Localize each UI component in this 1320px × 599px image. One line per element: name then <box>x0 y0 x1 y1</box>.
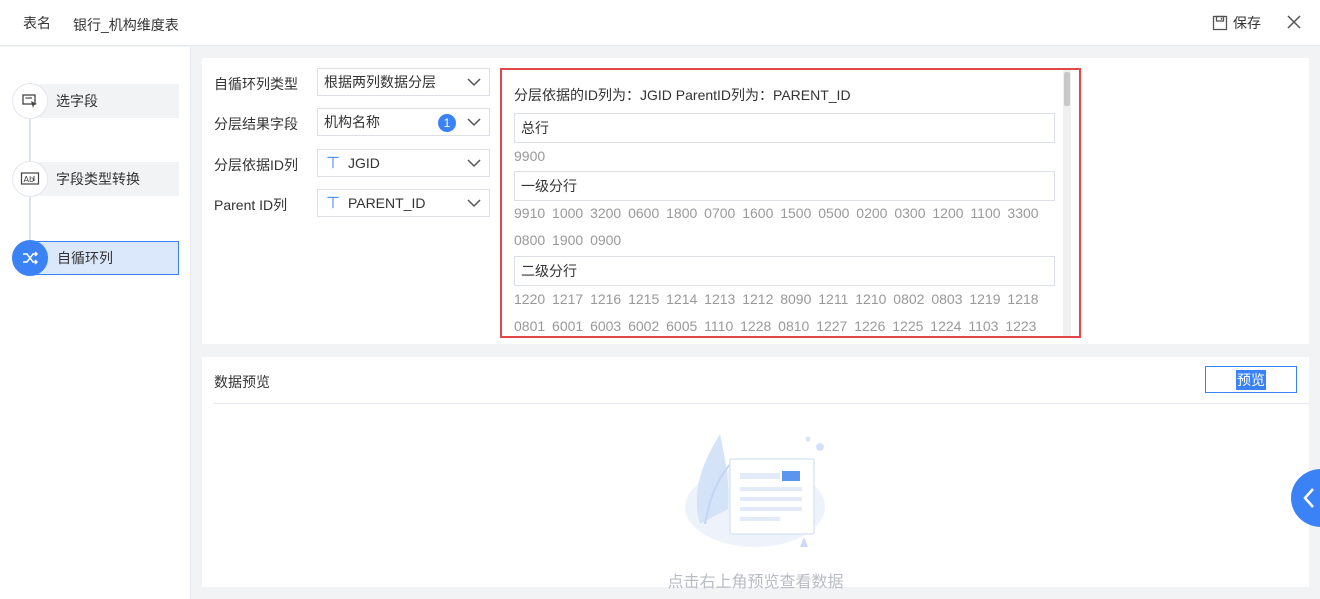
chevron-down-icon <box>467 159 481 168</box>
chevron-down-icon <box>467 78 481 87</box>
hierarchy-summary: 分层依据的ID列为：JGID ParentID列为：PARENT_ID <box>514 87 851 103</box>
select-value: 根据两列数据分层 <box>324 74 436 90</box>
steps-sidebar: 选字段 字段类型转换 Ab 自循环列 <box>0 47 191 599</box>
select-field-icon <box>12 83 48 119</box>
step-label: 字段类型转换 <box>56 171 140 187</box>
level-header: 一级分行 <box>514 171 1055 201</box>
preview-title: 数据预览 <box>214 374 270 390</box>
result-field-select[interactable]: 机构名称 1 <box>317 108 490 136</box>
save-button[interactable]: 保存 <box>1212 12 1261 34</box>
data-preview-panel: 数据预览 预览 点击右上角预览查看数据 <box>202 357 1309 591</box>
id-line: 9900 <box>514 148 546 164</box>
chevron-down-icon <box>467 199 481 208</box>
empty-data-text: 点击右上角预览查看数据 <box>667 574 844 591</box>
select-value: PARENT_ID <box>347 195 426 211</box>
preview-button-label: 预览 <box>1236 369 1266 390</box>
level-name: 总行 <box>521 120 549 136</box>
id-line: 9910 1000 3200 0600 1800 0700 1600 1500 … <box>514 205 1039 221</box>
preview-button[interactable]: 预览 <box>1205 366 1297 393</box>
level-name: 一级分行 <box>521 178 577 194</box>
id-line: 1220 1217 1216 1215 1214 1213 1212 8090 … <box>514 291 1039 307</box>
close-icon[interactable] <box>1285 13 1303 31</box>
config-panel: 自循环列类型 根据两列数据分层 分层结果字段 机构名称 1 分层依据ID列 ⊤ … <box>202 58 1309 344</box>
empty-data-illustration <box>685 434 825 547</box>
header-bar: 表名 银行_机构维度表 保存 <box>0 0 1320 46</box>
level-ids: 1220 1217 1216 1215 1214 1213 1212 8090 … <box>514 286 1059 336</box>
step-label: 自循环列 <box>57 250 113 266</box>
level-ids: 9900 <box>514 143 1059 170</box>
level-ids: 9910 1000 3200 0600 1800 0700 1600 1500 … <box>514 200 1059 254</box>
save-icon <box>1212 15 1228 31</box>
table-name-label: 表名 <box>23 15 51 31</box>
shuffle-icon <box>12 240 48 276</box>
id-line: 0800 1900 0900 <box>514 232 622 248</box>
loop-type-select[interactable]: 根据两列数据分层 <box>317 68 490 96</box>
save-label: 保存 <box>1233 15 1261 31</box>
step-label: 选字段 <box>56 93 98 109</box>
chevron-down-icon <box>467 118 481 127</box>
text-type-icon: ⊤ <box>326 195 340 212</box>
result-field-label: 分层结果字段 <box>214 116 298 132</box>
level-header: 二级分行 <box>514 256 1055 286</box>
text-type-icon: ⊤ <box>326 155 340 172</box>
scrollbar-thumb[interactable] <box>1064 72 1070 106</box>
select-value: 机构名称 <box>324 114 380 130</box>
scrollbar-track[interactable] <box>1063 70 1071 336</box>
table-name-value: 银行_机构维度表 <box>73 17 179 33</box>
parent-id-select[interactable]: ⊤ PARENT_ID <box>317 189 490 217</box>
level-header: 总行 <box>514 113 1055 143</box>
basis-id-label: 分层依据ID列 <box>214 157 298 173</box>
count-badge: 1 <box>438 114 456 132</box>
parent-id-label: Parent ID列 <box>214 197 288 213</box>
loop-type-label: 自循环列类型 <box>214 76 298 92</box>
basis-id-select[interactable]: ⊤ JGID <box>317 149 490 177</box>
svg-text:Ab: Ab <box>24 175 35 184</box>
chevron-left-icon <box>1303 488 1314 508</box>
divider <box>214 403 1309 404</box>
level-name: 二级分行 <box>521 263 577 279</box>
type-convert-icon: Ab <box>12 161 48 197</box>
select-value: JGID <box>347 155 380 171</box>
id-line: 0801 6001 6003 6002 6005 1110 1228 0810 … <box>514 318 1037 334</box>
hierarchy-result-box[interactable]: 分层依据的ID列为：JGID ParentID列为：PARENT_ID 总行 9… <box>500 68 1081 338</box>
